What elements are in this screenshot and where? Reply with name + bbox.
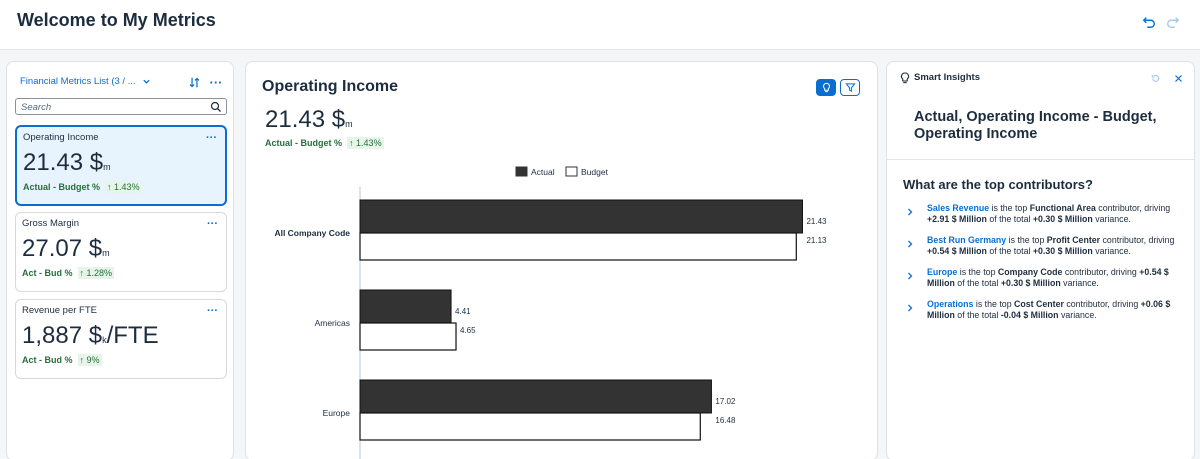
data-label-actual: 17.02: [715, 397, 736, 406]
card-value: 1,887 $k/FTE: [22, 322, 159, 349]
card-value: 21.43 $m: [23, 149, 111, 176]
list-more-button[interactable]: ···: [208, 74, 224, 90]
list-title-dropdown[interactable]: Financial Metrics List (3 / ...: [20, 76, 151, 87]
card-more-icon[interactable]: ···: [207, 218, 218, 230]
insights-header: Smart Insights: [887, 62, 1194, 94]
insight-text: Best Run Germany is the top Profit Cente…: [927, 235, 1175, 256]
card-label: Revenue per FTE: [22, 305, 97, 316]
divider: [887, 159, 1194, 160]
card-variance: Act - Bud % ↑ 9%: [22, 354, 102, 366]
card-more-icon[interactable]: ···: [207, 305, 218, 317]
data-label-budget: 4.65: [460, 326, 476, 335]
card-variance: Actual - Budget % ↑ 1.43%: [23, 181, 142, 193]
chevron-right-icon: [908, 208, 913, 216]
chevron-right-icon: [908, 272, 913, 280]
metric-card-gross-margin[interactable]: Gross Margin ··· 27.07 $m Act - Bud % ↑ …: [15, 212, 227, 292]
data-label-budget: 21.13: [806, 236, 827, 245]
card-label: Operating Income: [23, 132, 99, 143]
insights-heading: Actual, Operating Income - Budget, Opera…: [914, 109, 1157, 142]
insights-refresh-button[interactable]: [1148, 71, 1162, 85]
search-icon[interactable]: [210, 101, 222, 113]
data-label-actual: 21.43: [806, 217, 827, 226]
insight-text: Operations is the top Cost Center contri…: [927, 299, 1171, 320]
legend-swatch-budget: [565, 166, 578, 177]
smart-insights-panel: Smart Insights Actual, Operating Income …: [886, 61, 1195, 459]
insights-close-button[interactable]: [1171, 71, 1185, 85]
insight-link[interactable]: Best Run Germany: [927, 235, 1006, 245]
page-title: Welcome to My Metrics: [17, 10, 216, 30]
list-title-label: Financial Metrics List (3 / ...: [20, 76, 136, 87]
bar-budget: [359, 322, 457, 351]
insight-link[interactable]: Operations: [927, 299, 973, 309]
app-header: Welcome to My Metrics: [0, 0, 1200, 50]
bar-actual: [359, 379, 712, 414]
insight-text: Sales Revenue is the top Functional Area…: [927, 203, 1171, 224]
bar-actual: [359, 289, 452, 324]
insights-title: Smart Insights: [914, 72, 980, 83]
legend-swatch-actual: [515, 166, 528, 177]
legend-label-budget: Budget: [581, 167, 609, 177]
sort-icon: [189, 77, 199, 87]
close-icon: [1174, 74, 1182, 82]
chevron-down-icon: [142, 79, 150, 84]
insight-link[interactable]: Sales Revenue: [927, 203, 989, 213]
card-label: Gross Margin: [22, 218, 80, 229]
undo-icon: [1142, 17, 1155, 28]
bar-budget: [359, 412, 701, 441]
search-field[interactable]: [15, 98, 227, 115]
data-label-budget: 16.48: [715, 416, 736, 425]
category-label: Americas: [315, 318, 350, 328]
data-label-actual: 4.41: [455, 307, 471, 316]
card-more-icon[interactable]: ···: [206, 132, 217, 144]
more-icon: ···: [209, 74, 223, 90]
metrics-list-panel: Financial Metrics List (3 / ... ··· Oper…: [6, 61, 234, 459]
card-value: 27.07 $m: [22, 235, 110, 262]
category-label: All Company Code: [274, 228, 350, 238]
insight-link[interactable]: Europe: [927, 267, 957, 277]
insight-text: Europe is the top Company Code contribut…: [927, 267, 1169, 288]
reset-icon: [1151, 74, 1159, 82]
card-variance: Act - Bud % ↑ 1.28%: [22, 267, 115, 279]
operating-income-bar-chart: Actual Budget All Company Code 21.43 21.13 Am…: [274, 166, 827, 459]
chevron-right-icon: [908, 304, 913, 312]
redo-button[interactable]: [1163, 12, 1183, 32]
lightbulb-icon: [900, 72, 910, 84]
bar-budget: [359, 232, 797, 261]
legend-label-actual: Actual: [531, 167, 555, 177]
undo-button[interactable]: [1139, 12, 1159, 32]
redo-icon: [1167, 17, 1180, 28]
category-label: Europe: [323, 408, 351, 418]
chevron-right-icon: [908, 240, 913, 248]
insights-question: What are the top contributors?: [903, 177, 1093, 192]
search-input[interactable]: [21, 101, 201, 113]
metric-card-revenue-per-fte[interactable]: Revenue per FTE ··· 1,887 $k/FTE Act - B…: [15, 299, 227, 379]
sort-button[interactable]: [186, 74, 202, 90]
chart-panel: Operating Income 21.43 $m Actual - Budge…: [245, 61, 878, 459]
metric-card-operating-income[interactable]: Operating Income ··· 21.43 $m Actual - B…: [15, 125, 227, 206]
bar-actual: [359, 199, 803, 234]
